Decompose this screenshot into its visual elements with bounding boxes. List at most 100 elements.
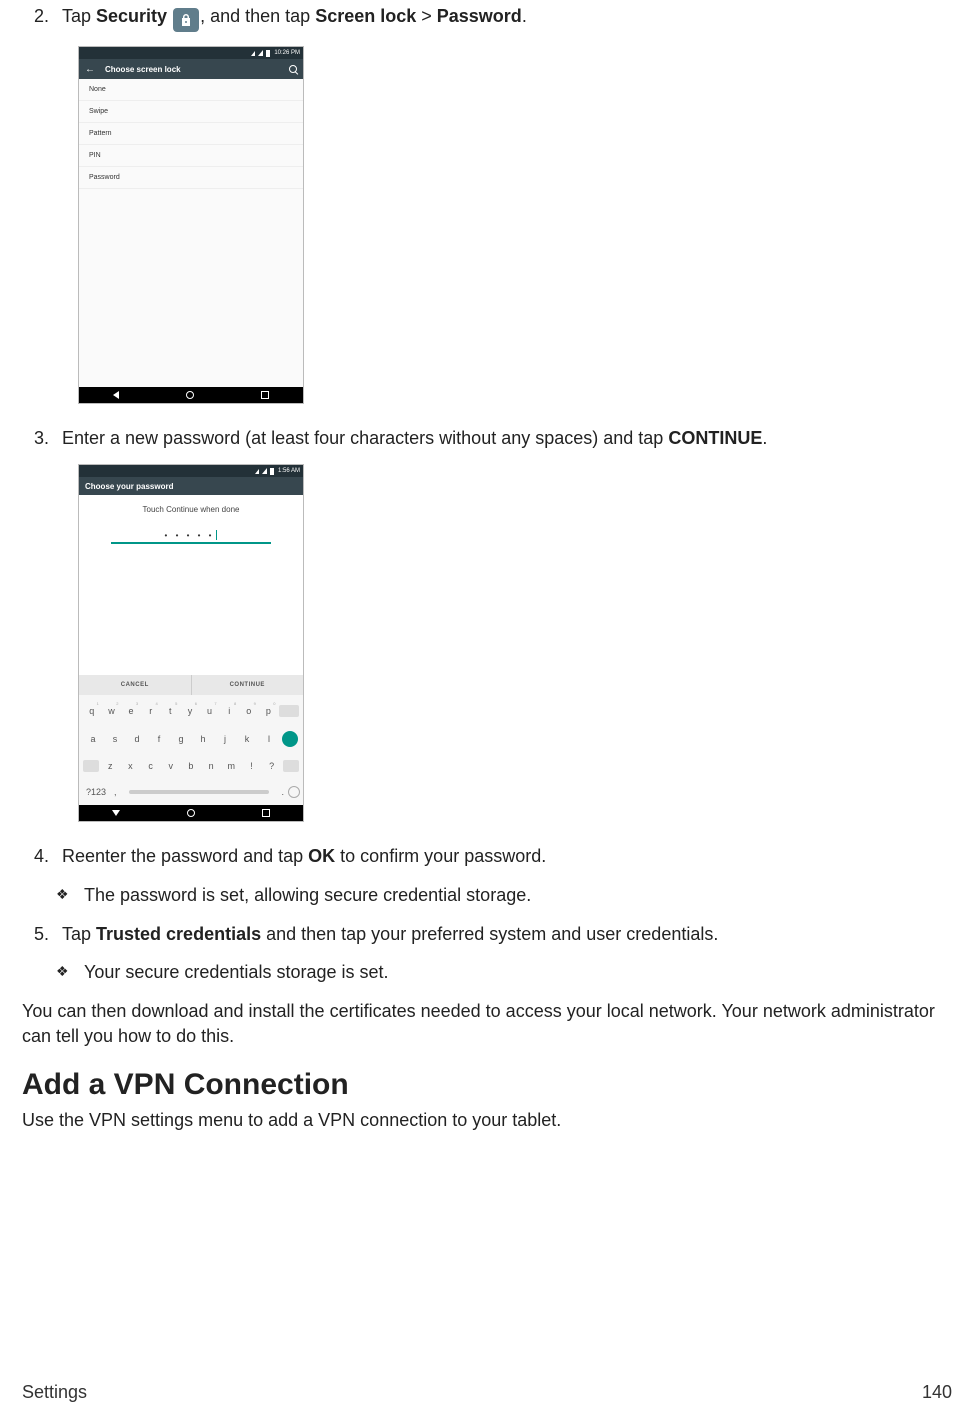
key-i[interactable]: i8: [220, 706, 238, 716]
key-period[interactable]: .: [277, 787, 288, 797]
key-sym[interactable]: ?123: [82, 787, 110, 797]
key-l[interactable]: l: [260, 734, 278, 744]
key-f[interactable]: f: [150, 734, 168, 744]
list-item[interactable]: PIN: [79, 145, 303, 167]
nav-back-icon[interactable]: [112, 810, 120, 816]
nav-bar: [79, 805, 303, 821]
key-o[interactable]: o9: [240, 706, 258, 716]
key-shift[interactable]: [83, 760, 99, 772]
key-s[interactable]: s: [106, 734, 124, 744]
title-bar: Choose your password: [79, 477, 303, 495]
nav-back-icon[interactable]: [113, 391, 119, 399]
step-5-number: 5.: [34, 922, 62, 946]
key-backspace[interactable]: [279, 705, 299, 717]
step-3-text: Enter a new password (at least four char…: [62, 426, 952, 450]
bullet-glyph: ❖: [56, 883, 84, 905]
step-3-number: 3.: [34, 426, 62, 450]
key-w[interactable]: w2: [102, 706, 120, 716]
bullet-2-text: Your secure credentials storage is set.: [84, 960, 952, 985]
step-2: 2. Tap Security , and then tap Screen lo…: [34, 4, 952, 32]
footer-page-number: 140: [922, 1382, 952, 1403]
key-k[interactable]: k: [238, 734, 256, 744]
list-item[interactable]: None: [79, 79, 303, 101]
step-2-number: 2.: [34, 4, 62, 28]
back-arrow-icon[interactable]: ←: [85, 64, 95, 75]
title-text: Choose screen lock: [105, 65, 181, 74]
key-space[interactable]: [129, 790, 270, 794]
button-bar: CANCEL CONTINUE: [79, 675, 303, 695]
key-d[interactable]: d: [128, 734, 146, 744]
step-3: 3. Enter a new password (at least four c…: [34, 426, 952, 450]
nav-recent-icon[interactable]: [262, 809, 270, 817]
nav-home-icon[interactable]: [186, 391, 194, 399]
text-cursor: [216, 530, 217, 540]
step-2-text: Tap Security , and then tap Screen lock …: [62, 4, 952, 32]
key-u[interactable]: u7: [201, 706, 219, 716]
key-g[interactable]: g: [172, 734, 190, 744]
key-c[interactable]: c: [142, 761, 160, 771]
search-icon[interactable]: [289, 65, 297, 73]
key-r[interactable]: r4: [142, 706, 160, 716]
heading-add-vpn: Add a VPN Connection: [22, 1068, 952, 1102]
clock: 10:26 PM: [274, 50, 300, 56]
title-bar: ← Choose screen lock: [79, 59, 303, 79]
key-q[interactable]: q1: [83, 706, 101, 716]
list-item[interactable]: Password: [79, 167, 303, 189]
key-z[interactable]: z: [101, 761, 119, 771]
lock-icon: [173, 8, 199, 32]
status-bar: 10:26 PM: [79, 47, 303, 59]
nav-bar: [79, 387, 303, 403]
step-5-text: Tap Trusted credentials and then tap you…: [62, 922, 952, 946]
key-?[interactable]: ?: [263, 761, 281, 771]
paragraph-certificates: You can then download and install the ce…: [22, 999, 952, 1049]
wifi-icon: [258, 50, 263, 56]
key-a[interactable]: a: [84, 734, 102, 744]
bullet-glyph: ❖: [56, 960, 84, 982]
list-item[interactable]: Pattern: [79, 123, 303, 145]
keyboard: q1w2e3r4t5y6u7i8o9p0 asdfghjkl zxcvbnm!?…: [79, 695, 303, 805]
clock: 1:56 AM: [278, 468, 300, 474]
bullet-1: ❖ The password is set, allowing secure c…: [56, 883, 952, 908]
key-x[interactable]: x: [121, 761, 139, 771]
signal-icon: [255, 469, 259, 474]
battery-icon: [270, 468, 274, 475]
list-item[interactable]: Swipe: [79, 101, 303, 123]
key-m[interactable]: m: [222, 761, 240, 771]
battery-icon: [266, 50, 270, 57]
emoji-icon[interactable]: [288, 786, 300, 798]
key-t[interactable]: t5: [161, 706, 179, 716]
screenshot-choose-screen-lock: 10:26 PM ← Choose screen lock None Swipe…: [78, 46, 304, 404]
hint-text: Touch Continue when done: [143, 505, 240, 514]
step-5: 5. Tap Trusted credentials and then tap …: [34, 922, 952, 946]
password-body: Touch Continue when done • • • • •: [79, 495, 303, 675]
nav-recent-icon[interactable]: [261, 391, 269, 399]
step-4-text: Reenter the password and tap OK to confi…: [62, 844, 952, 868]
nav-home-icon[interactable]: [187, 809, 195, 817]
screenshot-choose-password: 1:56 AM Choose your password Touch Conti…: [78, 464, 304, 822]
bullet-1-text: The password is set, allowing secure cre…: [84, 883, 952, 908]
key-b[interactable]: b: [182, 761, 200, 771]
key-y[interactable]: y6: [181, 706, 199, 716]
key-comma[interactable]: ,: [110, 787, 121, 797]
footer-section: Settings: [22, 1382, 87, 1403]
title-text: Choose your password: [85, 482, 173, 491]
key-![interactable]: !: [242, 761, 260, 771]
key-v[interactable]: v: [162, 761, 180, 771]
key-p[interactable]: p0: [259, 706, 277, 716]
key-j[interactable]: j: [216, 734, 234, 744]
continue-button[interactable]: CONTINUE: [192, 675, 304, 695]
step-4-number: 4.: [34, 844, 62, 868]
paragraph-vpn: Use the VPN settings menu to add a VPN c…: [22, 1108, 952, 1133]
lock-options-list: None Swipe Pattern PIN Password: [79, 79, 303, 387]
page-footer: Settings 140: [22, 1382, 952, 1403]
key-n[interactable]: n: [202, 761, 220, 771]
key-h[interactable]: h: [194, 734, 212, 744]
wifi-icon: [262, 468, 267, 474]
bullet-2: ❖ Your secure credentials storage is set…: [56, 960, 952, 985]
key-shift[interactable]: [283, 760, 299, 772]
cancel-button[interactable]: CANCEL: [79, 675, 191, 695]
key-enter[interactable]: [282, 731, 298, 747]
key-e[interactable]: e3: [122, 706, 140, 716]
step-4: 4. Reenter the password and tap OK to co…: [34, 844, 952, 868]
password-input[interactable]: • • • • •: [111, 528, 271, 544]
